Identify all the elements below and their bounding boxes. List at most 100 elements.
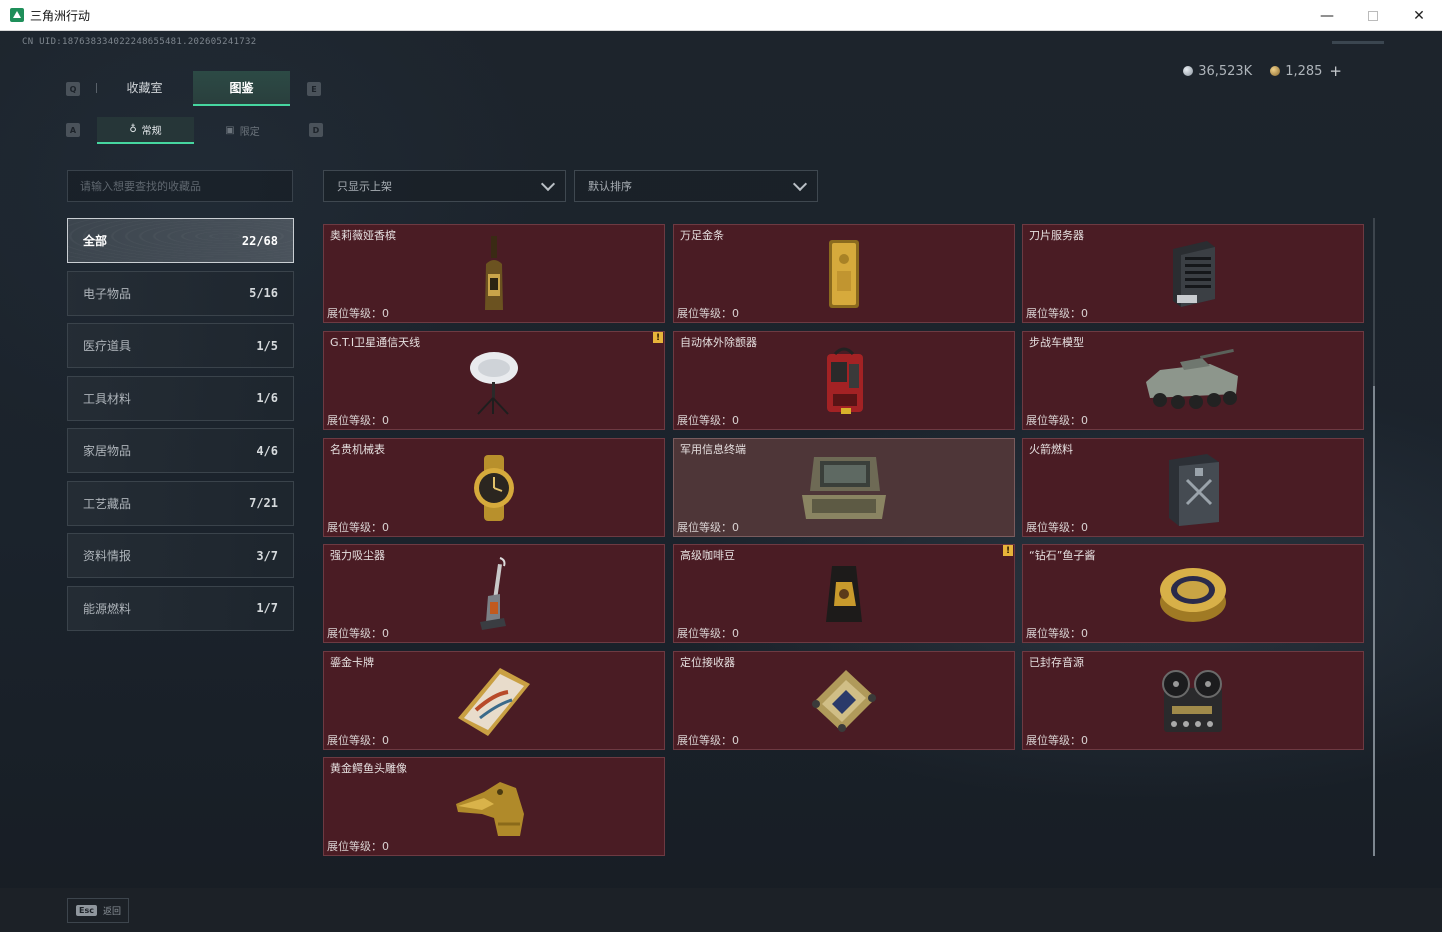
item-name: G.T.I卫星通信天线 — [330, 336, 421, 349]
collection-card[interactable]: 名贵机械表 展位等级：0 — [323, 438, 665, 537]
collection-card[interactable]: 高级咖啡豆 ! 展位等级：0 — [673, 544, 1015, 643]
category-electronics[interactable]: 电子物品 5/16 — [67, 270, 294, 316]
category-label: 电子物品 — [83, 286, 132, 301]
exhibit-level: 展位等级：0 — [1026, 414, 1088, 427]
category-label: 资料情报 — [83, 549, 132, 563]
sort-dropdown[interactable]: 默认排序 — [574, 170, 818, 202]
category-count: 7/21 — [249, 496, 278, 510]
item-name: “钻石”鱼子酱 — [1029, 549, 1096, 562]
item-name: 定位接收器 — [680, 656, 735, 669]
item-name: 名贵机械表 — [330, 443, 385, 456]
exhibit-level: 展位等级：0 — [677, 414, 739, 427]
new-badge: ! — [653, 332, 663, 343]
footer-bar — [0, 888, 1442, 932]
game-viewport: CN UID:187638334022248655481.20260524173… — [0, 31, 1442, 932]
exhibit-level: 展位等级：0 — [327, 734, 389, 747]
category-label: 工艺藏品 — [83, 496, 132, 511]
category-label: 工具材料 — [83, 391, 132, 406]
category-crafts[interactable]: 工艺藏品 7/21 — [67, 480, 294, 526]
player-uid: CN UID:187638334022248655481.20260524173… — [22, 37, 257, 47]
reel-tape-recorder-icon — [1143, 661, 1243, 741]
close-button[interactable]: ✕ — [1396, 0, 1442, 31]
collection-card[interactable]: 自动体外除颤器 展位等级：0 — [673, 331, 1015, 430]
exhibit-level: 展位等级：0 — [677, 734, 739, 747]
collection-card[interactable]: 步战车模型 展位等级：0 — [1022, 331, 1364, 430]
vacuum-cleaner-icon — [444, 554, 544, 634]
collection-card[interactable]: G.T.I卫星通信天线 ! 展位等级：0 — [323, 331, 665, 430]
collection-card[interactable]: 已封存音源 展位等级：0 — [1022, 651, 1364, 750]
item-name: 火箭燃料 — [1029, 443, 1073, 456]
window-titlebar: 三角洲行动 — ✕ — [0, 0, 1442, 31]
item-name: 军用信息终端 — [680, 443, 746, 456]
gold-coin-icon — [1270, 66, 1281, 76]
silver-currency: 36,523K — [1183, 64, 1252, 79]
caviar-tin-icon — [1143, 554, 1243, 634]
top-divider — [1332, 41, 1384, 44]
rocket-fuel-can-icon — [1143, 448, 1243, 528]
category-all[interactable]: 全部 22/68 — [67, 218, 294, 263]
subtab-regular-label: 常规 — [141, 126, 162, 137]
back-button[interactable]: Esc 返回 — [67, 898, 129, 923]
category-household[interactable]: 家居物品 4/6 — [67, 428, 294, 473]
gold-currency: 1,285 + — [1270, 62, 1342, 80]
gold-crocodile-head-icon — [444, 767, 544, 847]
collection-card[interactable]: 万足金条 展位等级：0 — [673, 224, 1015, 323]
category-label: 全部 — [83, 234, 108, 248]
prev-subtab-key-hint: A — [66, 123, 80, 137]
category-list: 全部 22/68 电子物品 5/16 医疗道具 1/5 工具材料 1/6 家居物品 4/6… — [67, 218, 294, 638]
exhibit-level: 展位等级：0 — [677, 307, 739, 320]
category-count: 22/68 — [241, 233, 278, 248]
display-filter-dropdown[interactable]: 只显示上架 — [323, 170, 566, 202]
next-tab-key-hint: E — [307, 82, 321, 96]
ifv-model-icon — [1138, 341, 1248, 421]
collection-search[interactable] — [67, 170, 293, 202]
exhibit-level: 展位等级：0 — [1026, 307, 1088, 320]
window-title: 三角洲行动 — [30, 8, 91, 23]
tab-codex[interactable]: 图鉴 — [193, 71, 290, 106]
category-intel[interactable]: 资料情报 3/7 — [67, 533, 294, 578]
app-logo-icon — [10, 8, 24, 22]
silver-coin-icon — [1183, 66, 1194, 76]
collection-card[interactable]: 黄金鳄鱼头雕像 展位等级：0 — [323, 757, 665, 856]
item-name: 步战车模型 — [1029, 336, 1084, 349]
new-badge: ! — [1003, 545, 1013, 556]
collection-card[interactable]: 定位接收器 展位等级：0 — [673, 651, 1015, 750]
search-input[interactable] — [80, 179, 292, 193]
collection-card[interactable]: 奥莉薇娅香槟 展位等级：0 — [323, 224, 665, 323]
minimize-button[interactable]: — — [1304, 0, 1350, 31]
item-name: 自动体外除颤器 — [680, 336, 757, 349]
collection-card[interactable]: 火箭燃料 展位等级：0 — [1022, 438, 1364, 537]
category-count: 1/6 — [256, 391, 278, 405]
display-filter-value: 只显示上架 — [337, 180, 392, 193]
gold-bar-icon — [794, 234, 894, 314]
collection-card[interactable]: 强力吸尘器 展位等级：0 — [323, 544, 665, 643]
add-currency-button[interactable]: + — [1329, 62, 1342, 80]
grid-scrollbar-thumb[interactable] — [1373, 386, 1375, 856]
esc-key-hint: Esc — [76, 905, 97, 916]
item-name: 鎏金卡牌 — [330, 656, 374, 669]
exhibit-level: 展位等级：0 — [1026, 627, 1088, 640]
exhibit-level: 展位等级：0 — [677, 521, 739, 534]
category-label: 能源燃料 — [83, 601, 132, 616]
silver-amount: 36,523K — [1198, 63, 1253, 79]
collection-card[interactable]: 军用信息终端 展位等级：0 — [673, 438, 1015, 537]
tab-collection-room[interactable]: 收藏室 — [96, 71, 193, 106]
subtab-regular[interactable]: ♁ 常规 — [97, 117, 194, 144]
category-tools[interactable]: 工具材料 1/6 — [67, 375, 294, 421]
item-name: 万足金条 — [680, 229, 724, 242]
exhibit-level: 展位等级：0 — [327, 840, 389, 853]
collection-card[interactable]: 鎏金卡牌 展位等级：0 — [323, 651, 665, 750]
item-name: 黄金鳄鱼头雕像 — [330, 762, 407, 775]
subtab-limited[interactable]: ▣ 限定 — [194, 117, 291, 144]
frame-icon: ▣ — [225, 125, 235, 136]
exhibit-level: 展位等级：0 — [327, 414, 389, 427]
category-fuel[interactable]: 能源燃料 1/7 — [67, 585, 294, 631]
maximize-button[interactable] — [1350, 0, 1396, 31]
collection-card[interactable]: “钻石”鱼子酱 展位等级：0 — [1022, 544, 1364, 643]
next-subtab-key-hint: D — [309, 123, 323, 137]
category-medical[interactable]: 医疗道具 1/5 — [67, 323, 294, 368]
back-label: 返回 — [102, 907, 121, 917]
item-name: 刀片服务器 — [1029, 229, 1084, 242]
collection-card[interactable]: 刀片服务器 展位等级：0 — [1022, 224, 1364, 323]
exhibit-level: 展位等级：0 — [327, 307, 389, 320]
